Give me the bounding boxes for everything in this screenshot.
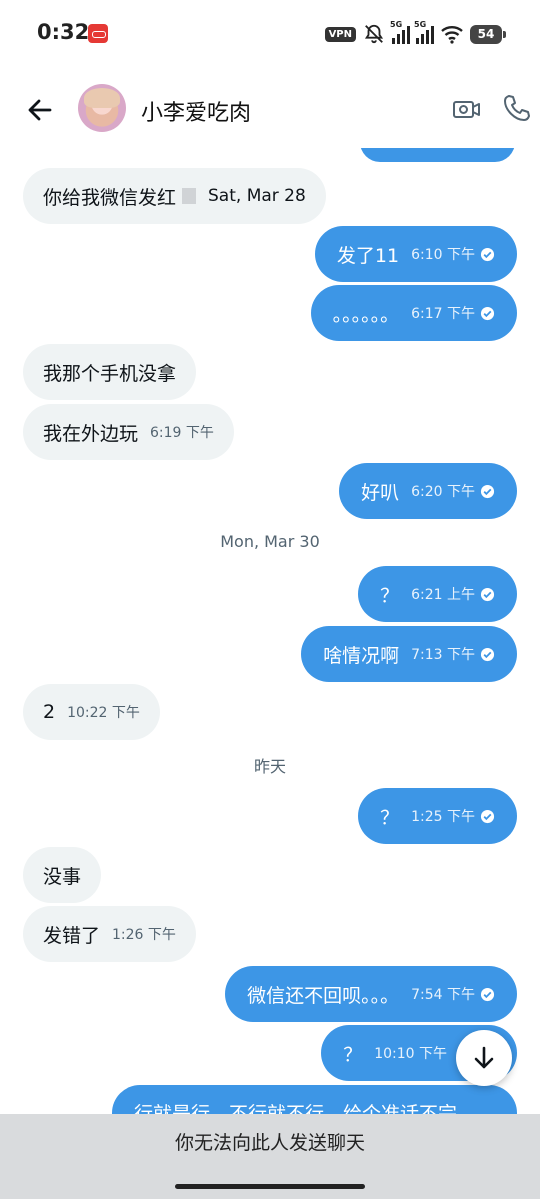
message-text: 行就是行，不行就不行，给个准话不完	[134, 1103, 458, 1114]
chat-header: 小李爱吃肉	[0, 70, 540, 148]
home-indicator[interactable]	[175, 1184, 365, 1189]
message-text: 发错了	[43, 924, 101, 947]
message-time: 6:20 下午	[411, 484, 475, 500]
message-bubble[interactable]: 啥情况啊 7:13 下午	[301, 626, 517, 682]
cannot-message-note: 你无法向此人发送聊天	[174, 1132, 365, 1154]
message-bubble[interactable]: 微信还不回呗。。。 7:54 下午	[225, 966, 517, 1022]
message-time: 1:26 下午	[112, 927, 176, 943]
video-call-icon[interactable]	[452, 94, 482, 124]
message-time: 7:54 下午	[411, 987, 475, 1003]
back-arrow-icon[interactable]	[24, 94, 56, 126]
message-bubble[interactable]: 我那个手机没拿	[23, 344, 197, 400]
read-check-icon	[480, 809, 495, 823]
read-check-icon	[480, 987, 495, 1001]
battery-icon: 54	[470, 24, 506, 44]
message-meta: 6:20 下午	[411, 481, 495, 501]
previous-message-bubble	[360, 148, 515, 162]
phone-icon[interactable]	[502, 93, 532, 123]
chat-screen: 0:32 VPN 5G 5G 54 小李爱吃肉 你给我微信发红 Sat, Mar…	[0, 0, 540, 1199]
message-bubble[interactable]: 2 10:22 下午	[23, 684, 160, 740]
message-time: 10:22 下午	[67, 705, 140, 721]
signal-1-icon: 5G	[390, 20, 410, 44]
message-text: 没事	[43, 865, 82, 888]
read-check-icon	[480, 484, 495, 498]
status-bar: 0:32 VPN 5G 5G 54	[0, 0, 540, 70]
message-text: 2	[43, 701, 56, 723]
signal-2-label: 5G	[414, 20, 427, 29]
arrow-down-icon	[474, 1046, 494, 1069]
message-meta: 6:21 上午	[411, 584, 495, 604]
status-icons: VPN 5G 5G 54	[324, 20, 506, 47]
message-bubble[interactable]: 。。。。。。 6:17 下午	[310, 285, 517, 341]
signal-1-label: 5G	[390, 20, 403, 29]
message-bubble[interactable]: 没事	[23, 847, 102, 903]
message-bubble[interactable]: 行就是行，不行就不行，给个准话不完	[112, 1085, 517, 1114]
message-meta: 7:13 下午	[411, 644, 495, 664]
message-bubble[interactable]: ？ 6:21 上午	[358, 566, 517, 622]
message-list[interactable]: 你给我微信发红 Sat, Mar 28 发了11 6:10 下午 。。。。。。 …	[0, 148, 540, 1114]
message-meta: 6:17 下午	[411, 303, 495, 323]
date-separator: Mon, Mar 30	[220, 532, 320, 551]
message-bubble[interactable]: 好叭 6:20 下午	[339, 463, 517, 519]
message-time: 1:25 下午	[411, 809, 475, 825]
muted-bell-icon	[364, 24, 384, 44]
message-meta: 1:25 下午	[411, 806, 495, 826]
message-bubble[interactable]: ？ 1:25 下午	[358, 788, 517, 844]
redacted-block	[182, 188, 197, 204]
notification-app-icon	[88, 24, 108, 43]
message-time: 6:21 上午	[411, 587, 475, 603]
message-text: 啥情况啊	[323, 644, 400, 667]
status-time: 0:32	[37, 20, 90, 44]
message-bubble[interactable]: 发错了 1:26 下午	[23, 906, 196, 962]
message-text: ？	[380, 806, 400, 829]
message-time: 10:10 下午	[374, 1046, 447, 1062]
message-text: 发了11	[336, 244, 400, 267]
message-text: ？	[380, 584, 400, 607]
date-separator: 昨天	[253, 757, 286, 776]
message-text: ？	[343, 1043, 363, 1066]
message-text: 我那个手机没拿	[43, 362, 177, 385]
message-bubble[interactable]: 我在外边玩 6:19 下午	[23, 404, 234, 460]
cannot-message-banner: 你无法向此人发送聊天	[0, 1114, 540, 1199]
message-bubble[interactable]: 发了11 6:10 下午	[314, 226, 517, 282]
message-text: 。。。。。。	[332, 303, 400, 326]
message-text: 你给我微信发红	[43, 186, 177, 209]
message-text: 微信还不回呗。。。	[247, 984, 400, 1007]
read-check-icon	[480, 647, 495, 661]
read-check-icon	[480, 306, 495, 320]
message-time: 6:10 下午	[411, 247, 475, 263]
message-meta: 6:10 下午	[411, 244, 495, 264]
contact-name[interactable]: 小李爱吃肉	[141, 95, 251, 127]
read-check-icon	[480, 247, 495, 261]
wifi-icon	[441, 26, 463, 44]
vpn-badge: VPN	[324, 26, 356, 42]
message-text: 我在外边玩	[43, 422, 139, 445]
message-time: 6:17 下午	[411, 306, 475, 322]
message-meta: 7:54 下午	[411, 984, 495, 1004]
message-text: 好叭	[361, 481, 400, 504]
signal-2-icon: 5G	[414, 20, 434, 44]
message-time: Sat, Mar 28	[208, 186, 306, 206]
scroll-to-bottom-button[interactable]	[456, 1030, 512, 1086]
message-bubble[interactable]: 你给我微信发红 Sat, Mar 28	[23, 168, 326, 224]
read-check-icon	[480, 587, 495, 601]
avatar[interactable]	[78, 84, 126, 132]
message-time: 6:19 下午	[150, 425, 214, 441]
message-time: 7:13 下午	[411, 647, 475, 663]
